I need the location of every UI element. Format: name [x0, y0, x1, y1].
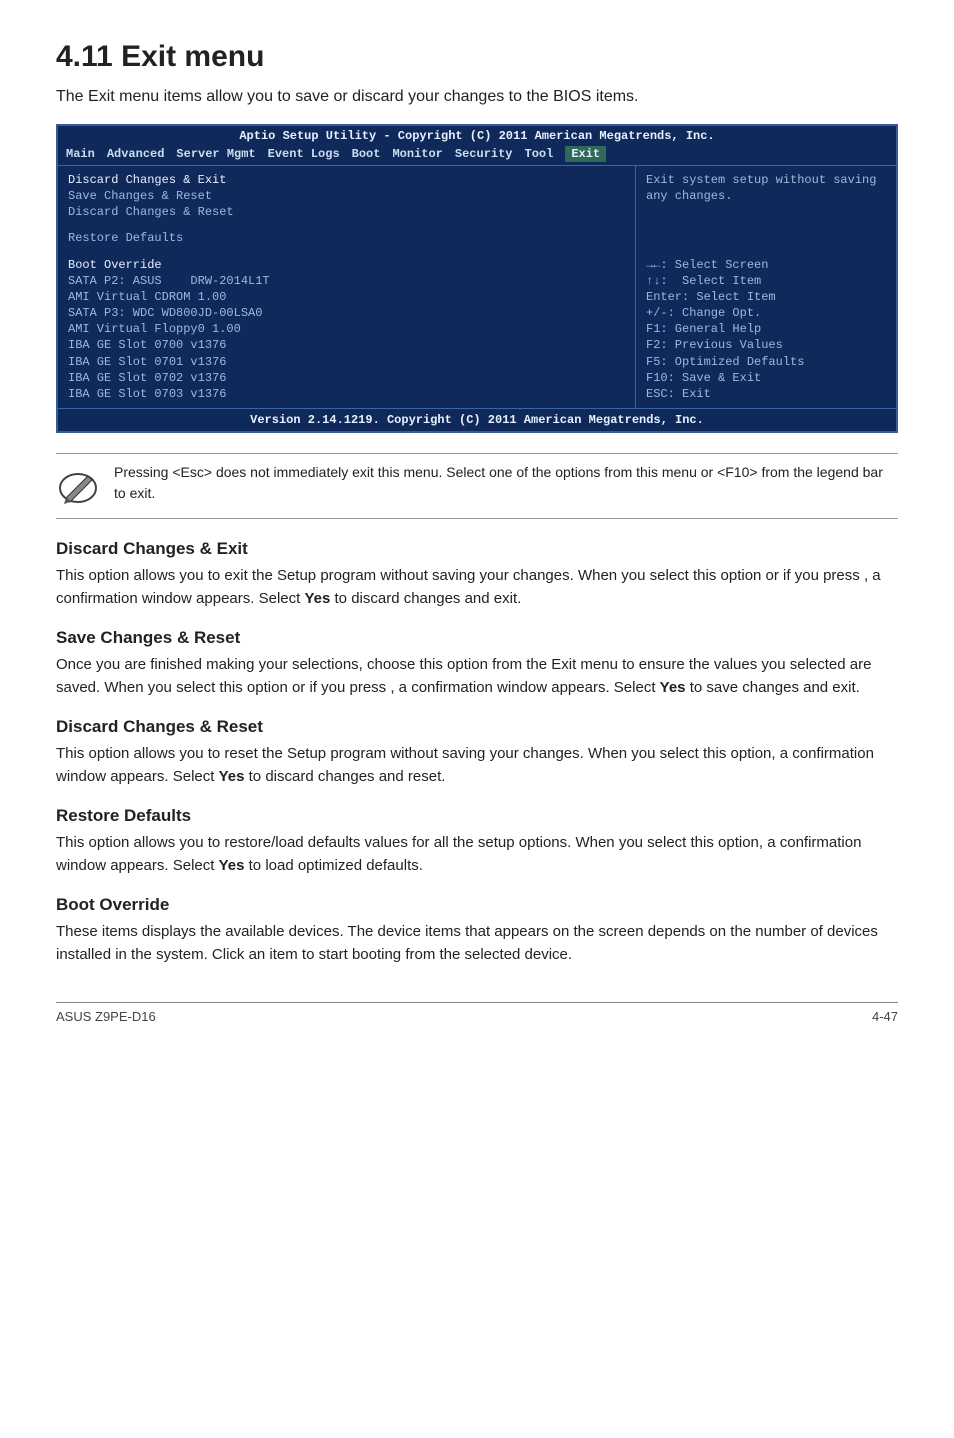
- bios-line: IBA GE Slot 0700 v1376: [68, 337, 625, 353]
- bios-menubar: Main Advanced Server Mgmt Event Logs Boot Mon…: [58, 145, 896, 166]
- footer-right: 4-47: [872, 1009, 898, 1024]
- bios-line: AMI Virtual CDROM 1.00: [68, 289, 625, 305]
- bios-line: IBA GE Slot 0703 v1376: [68, 386, 625, 402]
- bios-line: SATA P2: ASUS DRW-2014L1T: [68, 273, 625, 289]
- section-body: Once you are finished making your select…: [56, 654, 898, 699]
- bios-tab: Main: [66, 146, 95, 162]
- page-footer: ASUS Z9PE-D16 4-47: [56, 1002, 898, 1024]
- section-heading: Boot Override: [56, 895, 898, 915]
- bios-left-pane: Discard Changes & ExitSave Changes & Res…: [58, 166, 636, 408]
- pencil-icon: [56, 464, 100, 508]
- section-body: These items displays the available devic…: [56, 921, 898, 966]
- bios-line: SATA P3: WDC WD800JD-00LSA0: [68, 305, 625, 321]
- bios-line: Boot Override: [68, 257, 625, 273]
- bios-tab: Boot: [352, 146, 381, 162]
- note-callout: Pressing <Esc> does not immediately exit…: [56, 453, 898, 519]
- section-heading: Restore Defaults: [56, 806, 898, 826]
- bios-footer: Version 2.14.1219. Copyright (C) 2011 Am…: [58, 408, 896, 431]
- bios-line: AMI Virtual Floppy0 1.00: [68, 321, 625, 337]
- bios-screenshot: Aptio Setup Utility - Copyright (C) 2011…: [56, 124, 898, 433]
- bios-line: Discard Changes & Exit: [68, 172, 625, 188]
- bios-tab: Exit: [565, 146, 606, 162]
- bios-header: Aptio Setup Utility - Copyright (C) 2011…: [58, 126, 896, 144]
- bios-line: IBA GE Slot 0702 v1376: [68, 370, 625, 386]
- intro-text: The Exit menu items allow you to save or…: [56, 86, 898, 108]
- bios-tab: Monitor: [392, 146, 442, 162]
- bios-tab: Server Mgmt: [176, 146, 255, 162]
- note-text: Pressing <Esc> does not immediately exit…: [114, 462, 898, 503]
- section-body: This option allows you to exit the Setup…: [56, 565, 898, 610]
- bios-help-text: Exit system setup without saving any cha…: [646, 172, 886, 204]
- bios-line: Restore Defaults: [68, 230, 625, 246]
- section-heading: Save Changes & Reset: [56, 628, 898, 648]
- section-body: This option allows you to reset the Setu…: [56, 743, 898, 788]
- section-heading: Discard Changes & Exit: [56, 539, 898, 559]
- section-heading: Discard Changes & Reset: [56, 717, 898, 737]
- bios-nav-hints: →←: Select Screen ↑↓: Select Item Enter:…: [646, 257, 886, 403]
- bios-tab: Event Logs: [268, 146, 340, 162]
- bios-tab: Advanced: [107, 146, 165, 162]
- bios-line: Save Changes & Reset: [68, 188, 625, 204]
- bios-line: IBA GE Slot 0701 v1376: [68, 354, 625, 370]
- footer-left: ASUS Z9PE-D16: [56, 1009, 156, 1024]
- bios-tab: Security: [455, 146, 513, 162]
- bios-line: Discard Changes & Reset: [68, 204, 625, 220]
- bios-right-pane: Exit system setup without saving any cha…: [636, 166, 896, 408]
- page-title: 4.11 Exit menu: [56, 40, 898, 74]
- bios-tab: Tool: [525, 146, 554, 162]
- section-body: This option allows you to restore/load d…: [56, 832, 898, 877]
